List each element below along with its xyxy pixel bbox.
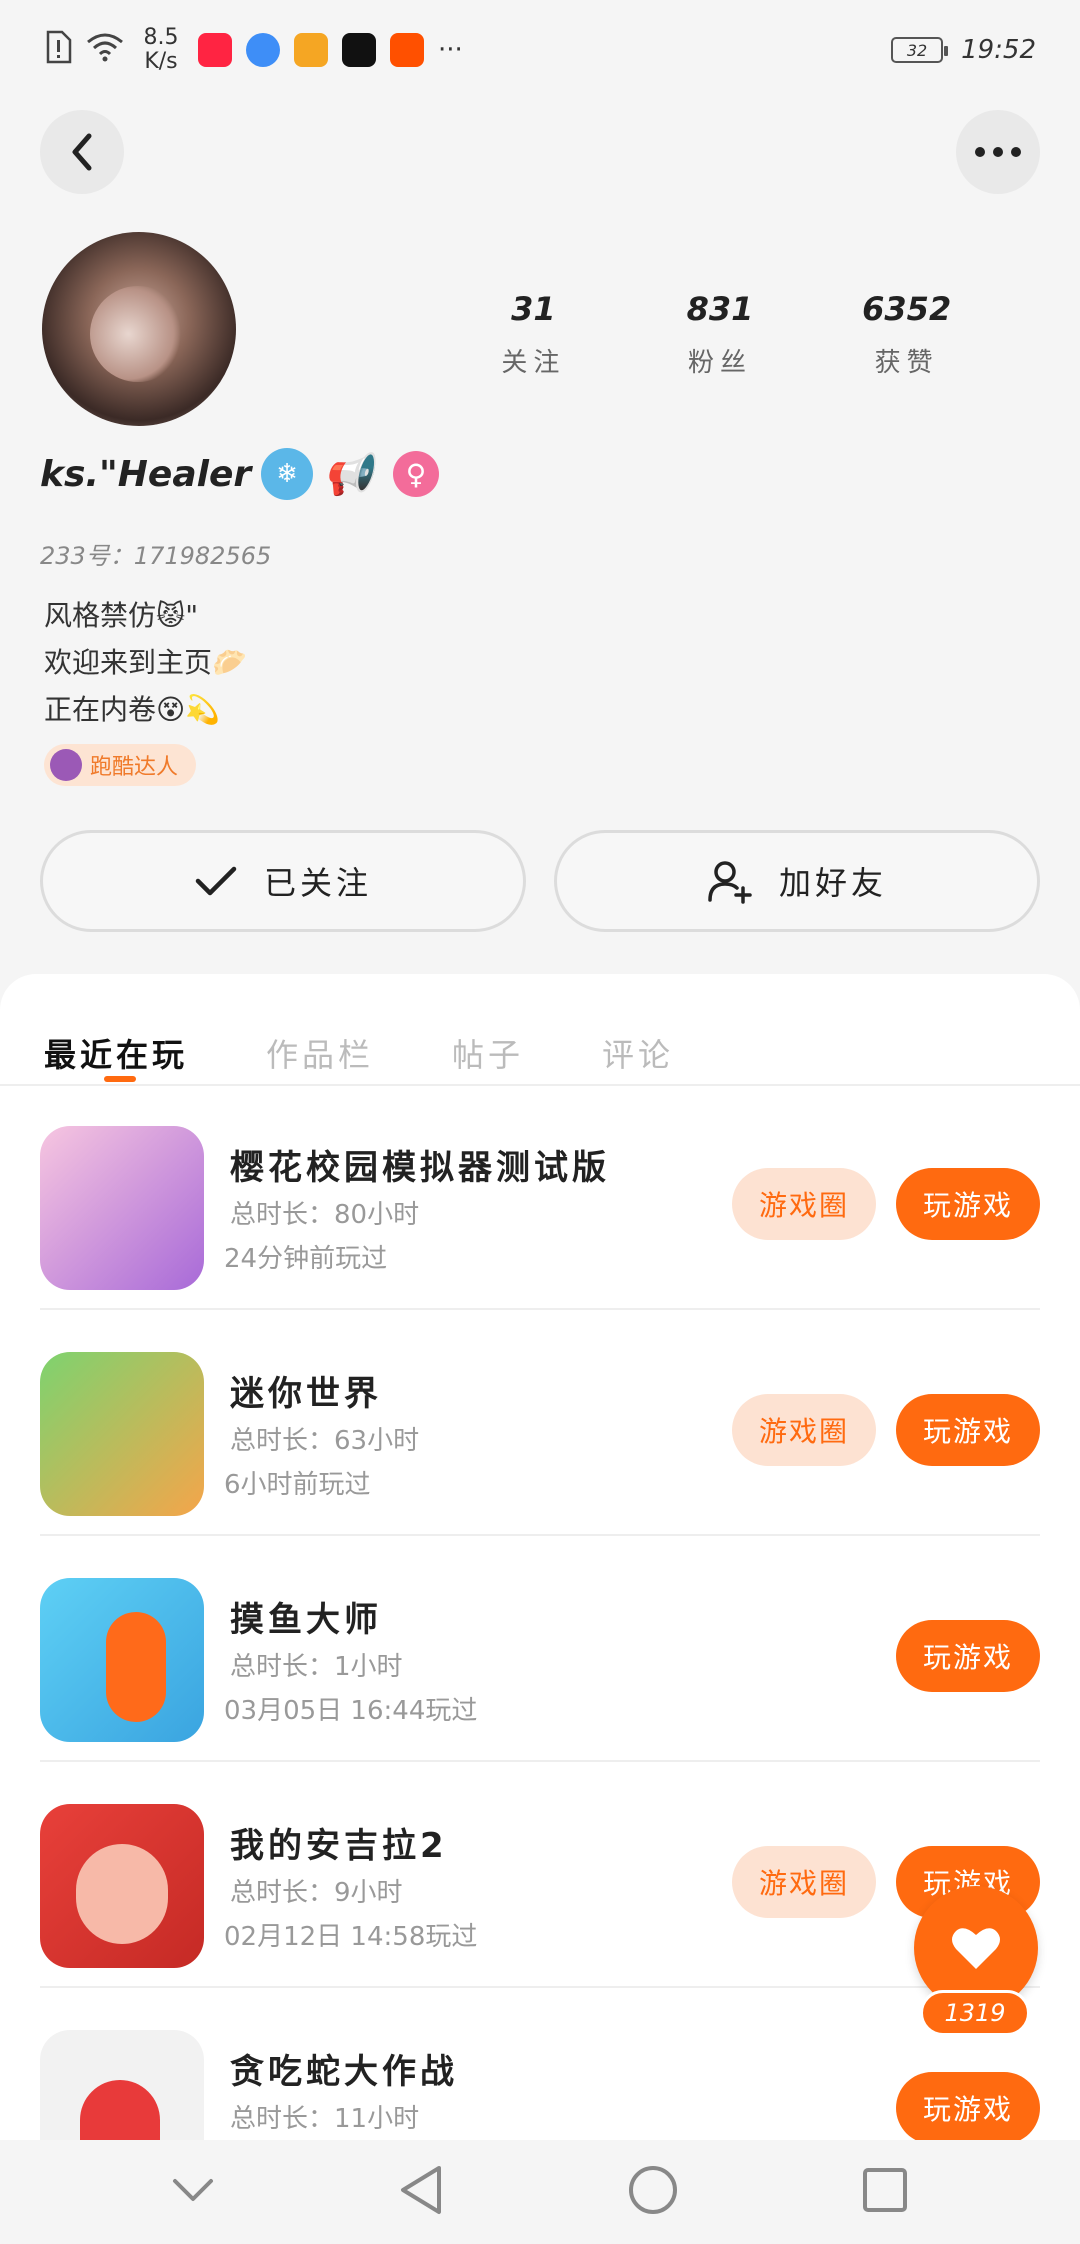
game-icon-fishing-master[interactable]	[40, 1578, 204, 1742]
game-row[interactable]: 我的安吉拉2 总时长：9小时 02月12日 14:58玩过 游戏圈 玩游戏	[40, 1764, 1040, 1988]
game-icon-sakura[interactable]	[40, 1126, 204, 1290]
stat-fans[interactable]: 831 粉丝	[627, 290, 814, 379]
clock: 19:52	[961, 35, 1036, 65]
bio-line: 欢迎来到主页🥟	[44, 646, 247, 679]
game-last-played: 02月12日 14:58玩过	[224, 1922, 478, 1952]
user-id: 233号：171982565	[40, 542, 272, 570]
cold-face-emoji-icon: ❄	[261, 448, 314, 500]
game-last-played: 24分钟前玩过	[224, 1244, 388, 1274]
xiaohongshu-icon	[198, 33, 232, 67]
game-title: 迷你世界	[230, 1374, 382, 1414]
bio-line: 风格禁仿😾"	[44, 599, 199, 632]
game-row[interactable]: 摸鱼大师 总时长：1小时 03月05日 16:44玩过 玩游戏	[40, 1538, 1040, 1762]
tab-comments[interactable]: 评论	[602, 1030, 674, 1076]
game-icon-snake[interactable]	[40, 2030, 204, 2140]
notification-alert-icon	[44, 30, 72, 71]
back-button[interactable]	[40, 110, 124, 194]
badge-label: 跑酷达人	[90, 755, 179, 780]
badge-medal-icon	[50, 749, 82, 781]
tab-bar: 最近在玩 作品栏 帖子 评论	[44, 1030, 674, 1076]
play-game-button[interactable]: 玩游戏	[896, 1394, 1040, 1466]
video-app-icon	[342, 33, 376, 67]
game-row[interactable]: 贪吃蛇大作战 总时长：11小时 玩游戏	[40, 1990, 1040, 2140]
tab-indicator	[104, 1076, 136, 1082]
stat-value: 31	[511, 290, 556, 328]
game-total-time: 总时长：63小时	[230, 1426, 420, 1456]
add-friend-button[interactable]: 加好友	[554, 830, 1040, 932]
battery-icon: 32	[891, 37, 949, 63]
game-total-time: 总时长：80小时	[230, 1200, 420, 1230]
tab-works[interactable]: 作品栏	[266, 1030, 374, 1076]
system-navigation-bar	[0, 2140, 1080, 2244]
followed-button[interactable]: 已关注	[40, 830, 526, 932]
game-icon-angela[interactable]	[40, 1804, 204, 1968]
wifi-icon	[86, 32, 124, 69]
nav-back-button[interactable]	[397, 2164, 445, 2220]
game-total-time: 总时长：11小时	[230, 2104, 420, 2134]
recents-square-icon	[863, 2168, 907, 2212]
username: ks."Healer	[40, 453, 252, 495]
game-title: 樱花校园模拟器测试版	[230, 1148, 610, 1188]
taobao-icon	[390, 33, 424, 67]
chevron-left-icon	[72, 133, 92, 171]
stat-label: 粉丝	[688, 348, 753, 378]
nav-collapse-button[interactable]	[171, 2177, 215, 2207]
female-gender-icon: ♀	[392, 451, 439, 497]
profile-stats: 31 关注 831 粉丝 6352 获赞	[440, 290, 1000, 379]
game-row[interactable]: 樱花校园模拟器测试版 总时长：80小时 24分钟前玩过 游戏圈 玩游戏	[40, 1086, 1040, 1310]
game-circle-button[interactable]: 游戏圈	[732, 1168, 876, 1240]
play-game-button[interactable]: 玩游戏	[896, 1620, 1040, 1692]
game-title: 摸鱼大师	[230, 1600, 382, 1640]
add-user-icon	[708, 861, 752, 904]
nav-home-button[interactable]	[627, 2164, 679, 2220]
play-game-button[interactable]: 玩游戏	[896, 1168, 1040, 1240]
game-last-played: 6小时前玩过	[224, 1470, 371, 1500]
chevron-down-icon	[173, 2179, 213, 2201]
more-notifications: ···	[438, 35, 463, 65]
username-row: ks."Healer ❄ 📢 ♀	[40, 448, 439, 500]
stat-following[interactable]: 31 关注	[440, 290, 627, 379]
stat-value: 6352	[862, 290, 952, 328]
like-count-badge: 1319	[920, 1990, 1030, 2036]
browser-icon	[246, 33, 280, 67]
back-triangle-icon	[401, 2166, 441, 2214]
followed-label: 已关注	[263, 864, 372, 902]
heart-icon	[952, 1928, 1000, 1969]
bio-line: 正在内卷😵💫	[44, 693, 221, 726]
game-title: 贪吃蛇大作战	[230, 2052, 458, 2092]
stat-label: 关注	[501, 348, 566, 378]
orange-app-icon	[294, 33, 328, 67]
battery-level: 32	[906, 40, 928, 60]
more-options-button[interactable]	[956, 110, 1040, 194]
game-circle-button[interactable]: 游戏圈	[732, 1846, 876, 1918]
stat-label: 获赞	[874, 348, 939, 378]
status-bar: 8.5 K/s ··· 32 19:52	[0, 0, 1080, 100]
network-speed: 8.5 K/s	[143, 25, 179, 74]
nav-recents-button[interactable]	[861, 2166, 909, 2218]
add-friend-label: 加好友	[778, 864, 887, 902]
game-title: 我的安吉拉2	[230, 1826, 448, 1866]
game-icon-mini-world[interactable]	[40, 1352, 204, 1516]
game-last-played: 03月05日 16:44玩过	[224, 1696, 478, 1726]
more-dots-icon	[975, 147, 1021, 157]
checkmark-icon	[195, 866, 237, 896]
megaphone-emoji-icon: 📢	[323, 451, 373, 498]
game-total-time: 总时长：9小时	[230, 1878, 403, 1908]
achievement-badge[interactable]: 跑酷达人	[44, 744, 197, 786]
tab-recently-played[interactable]: 最近在玩	[44, 1030, 188, 1076]
avatar[interactable]	[42, 232, 236, 426]
bio: 风格禁仿😾" 欢迎来到主页🥟 正在内卷😵💫	[44, 592, 247, 733]
game-circle-button[interactable]: 游戏圈	[732, 1394, 876, 1466]
tab-posts[interactable]: 帖子	[452, 1030, 524, 1076]
stat-value: 831	[686, 290, 754, 328]
home-circle-icon	[629, 2166, 677, 2214]
game-total-time: 总时长：1小时	[230, 1652, 403, 1682]
play-game-button[interactable]: 玩游戏	[896, 2072, 1040, 2140]
stat-likes[interactable]: 6352 获赞	[813, 290, 1000, 379]
game-row[interactable]: 迷你世界 总时长：63小时 6小时前玩过 游戏圈 玩游戏	[40, 1312, 1040, 1536]
